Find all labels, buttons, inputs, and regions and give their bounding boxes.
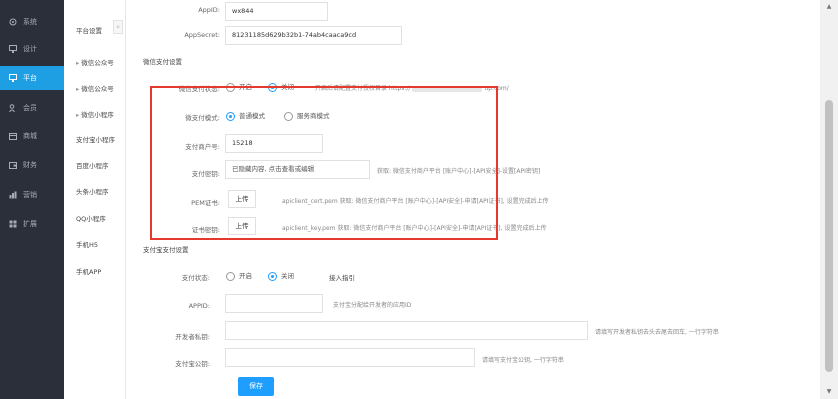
sidebar-item-label: 平台 [23,74,37,82]
subnav-item-mobile-app[interactable]: 手机APP [76,266,101,276]
radio-label: 开启 [239,272,252,280]
subnav-label: 手机APP [76,268,102,276]
alipay-radio-on[interactable]: 开启 [226,270,252,281]
sidebar-item-label: 会员 [23,104,37,112]
subnav-label: 微信公众号 [81,59,114,67]
subnav-item-wechat-official-2[interactable]: ▸ 微信公众号 [76,83,114,93]
vertical-scrollbar[interactable]: ▲ ▼ [820,0,838,399]
alipay-appid-hint: 支付宝分配给开发者的应用ID [333,302,412,309]
sidebar-item-label: 财务 [23,161,37,169]
subnav-label: 头条小程序 [76,188,109,196]
caret-icon: ▸ [76,111,80,119]
subnav-item-toutiao-mini[interactable]: 头条小程序 [76,186,109,196]
marketing-icon [9,191,17,199]
save-button[interactable]: 保存 [238,377,274,396]
sidebar-item-label: 商城 [23,132,37,140]
sidebar-item-marketing[interactable]: 营销 [0,183,64,207]
sidebar-item-label: 系统 [23,18,37,26]
subnav-label: 微信公众号 [81,85,114,93]
appsecret-input[interactable]: 81231185d629b32b1-74ab4caaca9cd [225,26,402,45]
scroll-down-icon[interactable]: ▼ [820,385,838,399]
subnav-item-mobile-h5[interactable]: 手机H5 [76,239,98,249]
alipay-radio-off[interactable]: 关闭 [268,270,294,281]
dev-privkey-input[interactable] [225,321,588,340]
subnav-label: 平台设置 [76,27,102,35]
subnav-label: QQ小程序 [76,215,106,223]
sidebar-item-finance[interactable]: 财务 [0,153,64,177]
gear-icon [9,18,17,26]
wallet-icon [9,161,17,169]
alipay-status-label: 支付状态: [181,274,210,282]
sidebar-item-design[interactable]: 设计 [0,37,64,61]
sidebar-item-members[interactable]: 会员 [0,96,64,120]
alipay-appid-input[interactable] [225,294,323,313]
subnav-item-platform-settings[interactable]: 平台设置 [76,25,102,35]
scrollbar-thumb[interactable] [825,100,833,372]
subnav-label: 百度小程序 [76,162,109,170]
subnav-item-baidu-mini[interactable]: 百度小程序 [76,160,109,170]
main-sidebar: 系统 设计 平台 会员 商城 财务 营销 扩展 [0,0,64,399]
sidebar-item-label: 设计 [23,45,37,53]
dev-privkey-hint: 请填写开发者私钥去头去尾去回车, 一行字符串 [595,329,719,336]
subnav-item-alipay-mini[interactable]: 支付宝小程序 [76,134,115,144]
appsecret-label: AppSecret: [184,31,220,39]
scroll-up-icon[interactable]: ▲ [820,0,838,14]
appid-label: AppID: [198,6,220,14]
alipay-pubkey-hint: 请填写支付宝公钥, 一行字符串 [482,357,564,364]
collapse-subnav-button[interactable]: « [113,20,123,34]
alipay-pubkey-label: 支付宝公钥: [175,360,210,368]
radio-icon [226,271,235,281]
sidebar-item-label: 扩展 [23,220,37,228]
radio-label: 关闭 [281,272,294,280]
sidebar-item-system[interactable]: 系统 [0,10,64,34]
caret-icon: ▸ [76,59,80,67]
sidebar-item-platform[interactable]: 平台 [0,66,64,90]
subnav-item-wechat-official[interactable]: ▸ 微信公众号 [76,57,114,67]
store-icon [9,132,17,140]
wxpay-section-title: 微信支付设置 [143,58,182,66]
monitor-icon [9,74,17,82]
alipay-pubkey-input[interactable] [225,348,475,367]
subnav-label: 支付宝小程序 [76,136,115,144]
subnav-item-wechat-mini[interactable]: ▸ 微信小程序 [76,109,114,119]
sub-navigation: 平台设置 ▸ 微信公众号 ▸ 微信公众号 ▸ 微信小程序 支付宝小程序 百度小程序 头… [64,0,126,399]
subnav-label: 手机H5 [76,241,99,249]
subnav-item-qq-mini[interactable]: QQ小程序 [76,213,106,223]
grid-icon [9,220,17,228]
monitor-icon [9,45,17,53]
appid-input[interactable]: wx844 [225,2,328,21]
subnav-label: 微信小程序 [81,111,114,119]
alipay-guide-link[interactable]: 接入指引 [329,272,355,282]
sidebar-item-extend[interactable]: 扩展 [0,212,64,236]
radio-icon [268,271,277,281]
dev-privkey-label: 开发者私钥: [175,333,210,341]
alipay-section-title: 支付宝支付设置 [143,246,189,254]
collapse-icon: « [115,23,121,31]
highlight-box [150,86,498,240]
caret-icon: ▸ [76,85,80,93]
users-icon [9,104,17,113]
sidebar-item-label: 营销 [23,191,37,199]
alipay-appid-label: APPID: [188,302,210,310]
sidebar-item-mall[interactable]: 商城 [0,124,64,148]
